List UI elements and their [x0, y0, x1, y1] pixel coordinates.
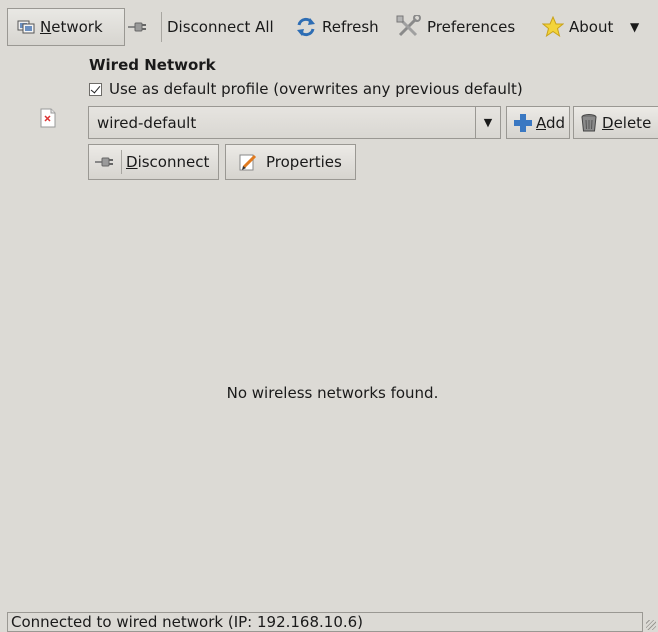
default-profile-row[interactable]: Use as default profile (overwrites any p… [89, 80, 523, 98]
profile-row: wired-default ▼ Add Delete [88, 106, 658, 140]
add-profile-button[interactable]: Add [506, 106, 570, 139]
disconnect-label: Disconnect [126, 153, 210, 171]
delete-label: Delete [602, 113, 652, 132]
disconnect-all-label[interactable]: Disconnect All [167, 8, 274, 46]
star-icon [542, 16, 564, 38]
tools-icon [396, 15, 422, 39]
refresh-label: Refresh [322, 18, 379, 36]
button-separator [121, 150, 122, 174]
plug-icon [95, 155, 117, 169]
status-text: Connected to wired network (IP: 192.168.… [7, 612, 643, 632]
trash-icon [580, 113, 598, 133]
add-label: Add [536, 113, 566, 132]
properties-label: Properties [266, 153, 342, 171]
network-list: Wired Network Use as default profile (ov… [7, 54, 658, 612]
refresh-icon [295, 16, 317, 38]
edit-icon [238, 152, 258, 172]
no-wireless-message: No wireless networks found. [226, 384, 439, 402]
disconnect-button[interactable]: Disconnect [88, 144, 219, 180]
disconnect-all-button[interactable] [128, 8, 155, 46]
wicd-window: Network Disconnect All Refresh Preferenc… [0, 0, 658, 632]
toolbar-overflow-button[interactable]: ▼ [630, 8, 639, 46]
profile-select[interactable]: wired-default [88, 106, 476, 139]
default-profile-checkbox[interactable] [89, 82, 102, 96]
network-label: Network [40, 18, 103, 36]
network-icon [17, 19, 35, 35]
delete-profile-button[interactable]: Delete [573, 106, 658, 139]
default-profile-label: Use as default profile (overwrites any p… [109, 80, 523, 98]
plug-icon [128, 20, 150, 34]
refresh-button[interactable]: Refresh [295, 8, 379, 46]
toolbar-separator [161, 12, 162, 42]
about-button[interactable]: About [542, 8, 613, 46]
network-button[interactable]: Network [7, 8, 125, 46]
wired-actions: Disconnect Properties [88, 144, 356, 180]
profile-dropdown-arrow[interactable]: ▼ [476, 106, 501, 139]
plus-icon [513, 113, 533, 133]
preferences-button[interactable]: Preferences [396, 8, 515, 46]
wired-network-title: Wired Network [89, 56, 216, 74]
about-label: About [569, 18, 614, 36]
status-bar: Connected to wired network (IP: 192.168.… [7, 612, 658, 632]
resize-grip[interactable] [646, 620, 656, 630]
document-icon [40, 108, 56, 132]
toolbar: Network Disconnect All Refresh Preferenc… [0, 0, 658, 54]
preferences-label: Preferences [427, 18, 516, 36]
properties-button[interactable]: Properties [225, 144, 356, 180]
